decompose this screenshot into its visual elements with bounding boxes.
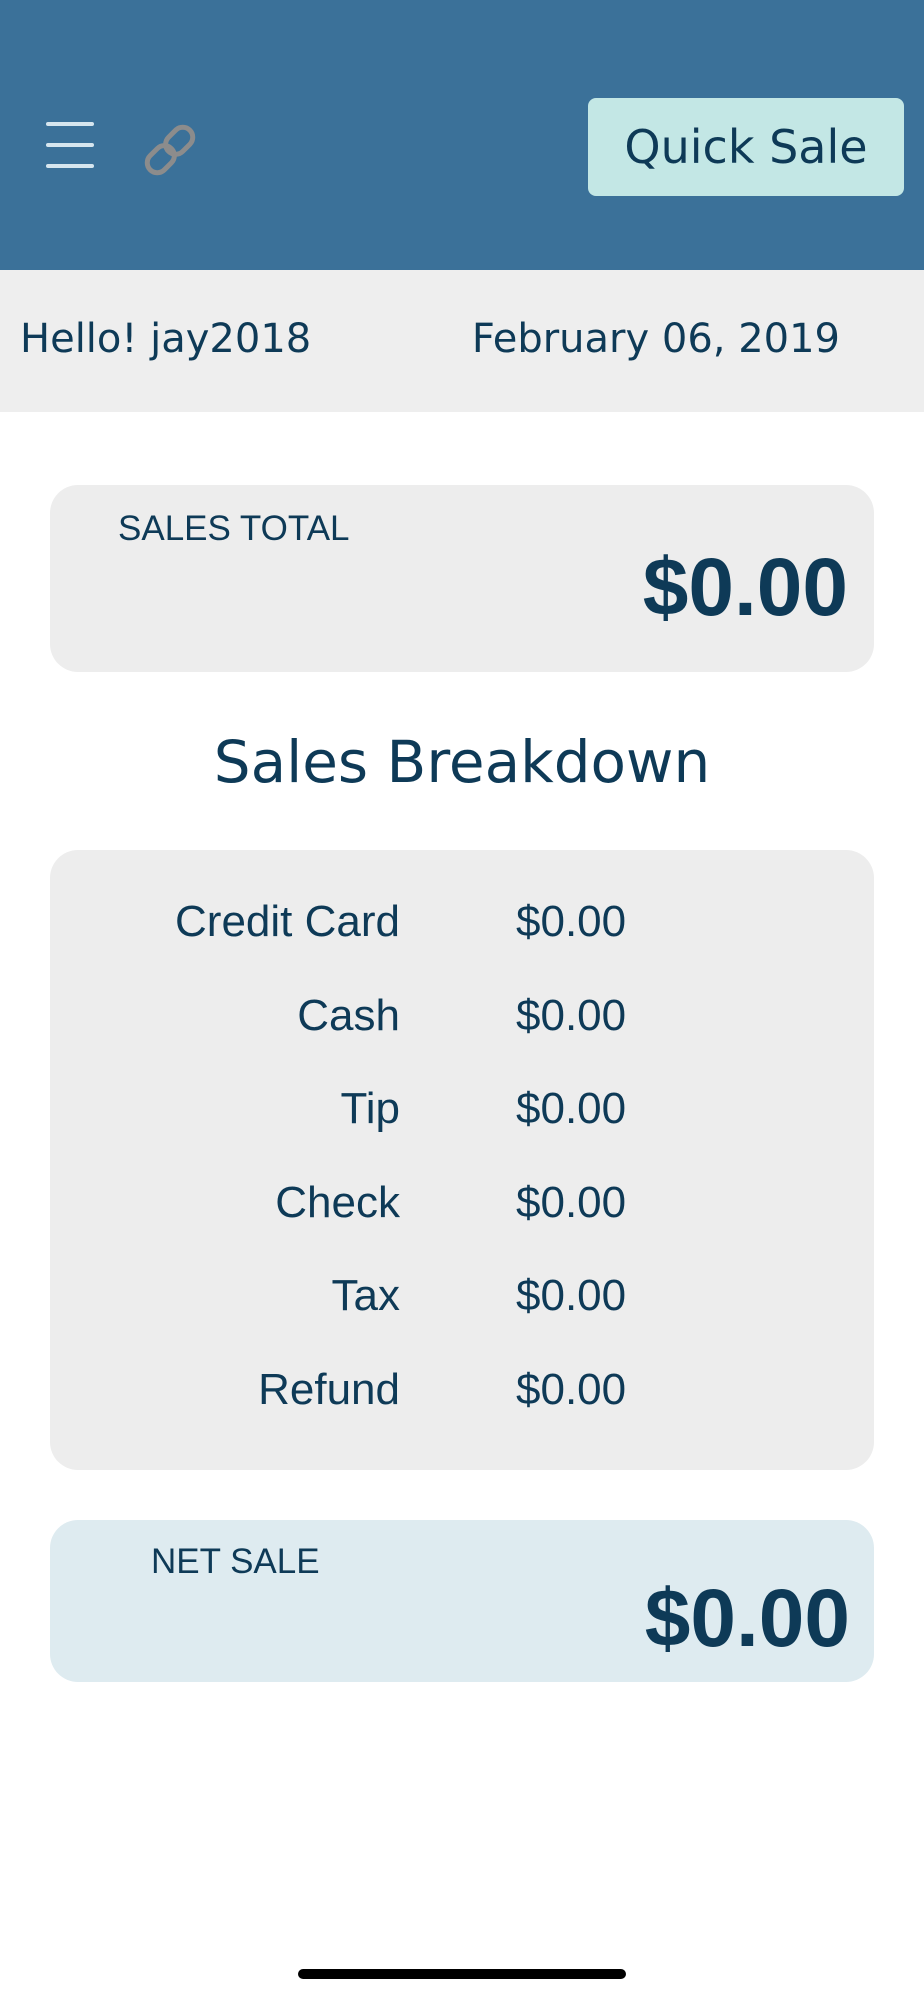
- sales-total-label: SALES TOTAL: [118, 509, 350, 548]
- quick-sale-button[interactable]: Quick Sale: [588, 98, 904, 196]
- breakdown-label: Check: [275, 1178, 400, 1227]
- hamburger-menu-icon[interactable]: [46, 122, 94, 172]
- sales-breakdown-card: Credit Card $0.00 Cash $0.00 Tip $0.00 C…: [50, 850, 874, 1470]
- home-indicator[interactable]: [298, 1969, 626, 1979]
- breakdown-row-cash: Cash $0.00: [50, 986, 874, 1046]
- breakdown-value: $0.00: [516, 991, 627, 1040]
- net-sale-card: NET SALE $0.00: [50, 1520, 874, 1682]
- breakdown-row-refund: Refund $0.00: [50, 1360, 874, 1420]
- current-date: February 06, 2019: [471, 316, 840, 362]
- breakdown-label: Tip: [340, 1084, 401, 1133]
- breakdown-label: Credit Card: [175, 897, 400, 946]
- greeting-text: Hello! jay2018: [20, 316, 312, 362]
- breakdown-value: $0.00: [516, 1178, 627, 1227]
- breakdown-value: $0.00: [516, 1365, 627, 1414]
- breakdown-label: Cash: [297, 991, 400, 1040]
- app-header: Quick Sale: [0, 0, 924, 270]
- breakdown-row-check: Check $0.00: [50, 1173, 874, 1233]
- breakdown-value: $0.00: [516, 1084, 627, 1133]
- sales-total-amount: $0.00: [642, 542, 848, 633]
- breakdown-value: $0.00: [516, 897, 627, 946]
- breakdown-value: $0.00: [516, 1271, 627, 1320]
- net-sale-label: NET SALE: [151, 1542, 320, 1581]
- link-icon[interactable]: [138, 118, 202, 182]
- sales-total-card: SALES TOTAL $0.00: [50, 485, 874, 672]
- breakdown-label: Tax: [331, 1271, 400, 1320]
- breakdown-label: Refund: [258, 1365, 400, 1414]
- breakdown-row-credit-card: Credit Card $0.00: [50, 892, 874, 952]
- breakdown-row-tax: Tax $0.00: [50, 1266, 874, 1326]
- breakdown-row-tip: Tip $0.00: [50, 1079, 874, 1139]
- sales-breakdown-title: Sales Breakdown: [213, 728, 711, 796]
- net-sale-amount: $0.00: [644, 1573, 850, 1664]
